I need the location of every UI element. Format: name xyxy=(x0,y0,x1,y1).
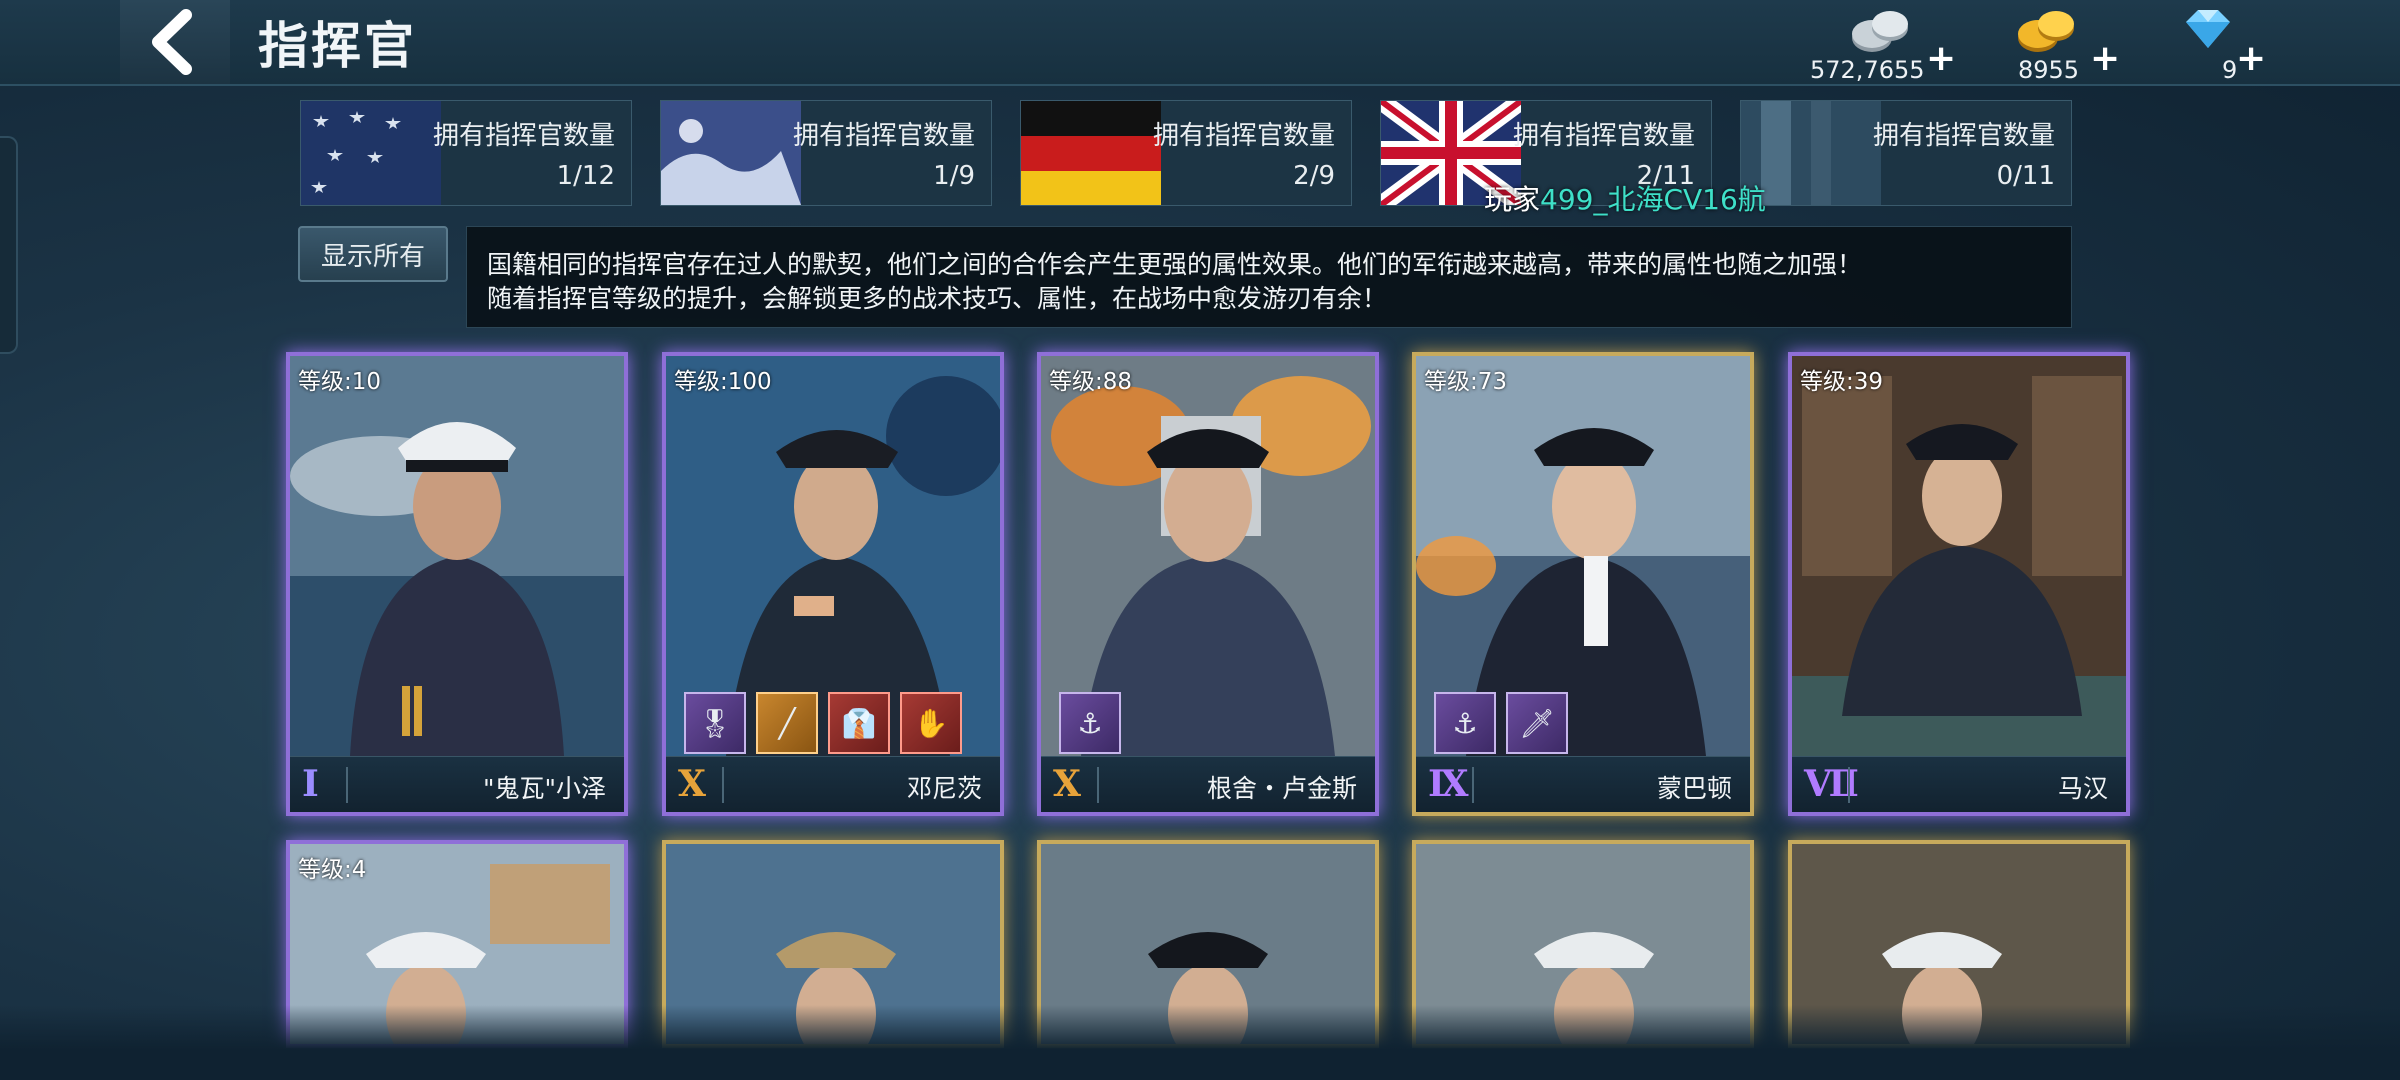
usa-flag-icon xyxy=(301,101,441,205)
silver-currency[interactable]: 572,7655 + xyxy=(1808,4,1958,84)
add-silver-button[interactable]: + xyxy=(1926,38,1956,79)
divider xyxy=(722,767,724,803)
commander-name: 蒙巴顿 xyxy=(1656,774,1732,803)
commander-level: 等级:39 xyxy=(1800,369,1884,395)
top-bar: 指挥官 572,7655 + 8955 + 9 + xyxy=(0,0,2400,86)
commander-namebar: Ⅰ "鬼瓦"小泽 xyxy=(290,756,624,812)
japan-wave-flag-icon xyxy=(661,101,801,205)
owned-count-label: 拥有指挥官数量 xyxy=(1872,121,2055,151)
commander-namebar: Ⅹ 邓尼茨 xyxy=(666,756,1000,812)
diamond-icon xyxy=(2186,10,2230,48)
gold-currency[interactable]: 8955 + xyxy=(2010,4,2120,84)
commander-level: 等级:88 xyxy=(1049,369,1133,395)
dagger-icon[interactable]: 🗡 xyxy=(1506,692,1568,754)
owned-count-label: 拥有指挥官数量 xyxy=(1512,121,1695,151)
commander-namebar: Ⅸ 蒙巴顿 xyxy=(1416,756,1750,812)
commander-level: 等级:73 xyxy=(1424,369,1508,395)
owned-count-label: 拥有指挥官数量 xyxy=(1152,121,1335,151)
rank-numeral: Ⅹ xyxy=(678,763,706,805)
divider xyxy=(1848,767,1850,803)
anchor-badge-icon[interactable]: ⚓ xyxy=(1434,692,1496,754)
diamond-amount: 9 xyxy=(2222,56,2238,84)
diamond-currency[interactable]: 9 + xyxy=(2176,4,2286,84)
commander-namebar: Ⅶ 马汉 xyxy=(1792,756,2126,812)
owned-count-label: 拥有指挥官数量 xyxy=(432,121,615,151)
commander-level: 等级:10 xyxy=(298,369,382,395)
uniform-icon[interactable]: 👔 xyxy=(828,692,890,754)
nation-tab-usa[interactable]: 拥有指挥官数量 1/12 xyxy=(300,100,632,206)
nation-tab-other[interactable]: 拥有指挥官数量 0/11 xyxy=(1740,100,2072,206)
baton-icon[interactable]: ╱ xyxy=(756,692,818,754)
add-gold-button[interactable]: + xyxy=(2090,38,2120,79)
rank-numeral: Ⅰ xyxy=(302,763,319,805)
silver-amount: 572,7655 xyxy=(1810,56,1925,84)
rank-numeral: Ⅶ xyxy=(1804,763,1859,805)
skill-list: 🎖 ╱ 👔 ✋ xyxy=(684,692,962,754)
broadcast-message: 玩家499_北海CV16航 xyxy=(1484,178,1766,218)
commander-card[interactable]: 等级:100 🎖 ╱ 👔 ✋ Ⅹ 邓尼茨 xyxy=(662,352,1004,816)
rank-numeral: Ⅸ xyxy=(1428,763,1469,805)
side-drawer-handle[interactable] xyxy=(0,136,18,354)
owned-count: 0/11 xyxy=(1996,161,2055,191)
owned-count-label: 拥有指挥官数量 xyxy=(792,121,975,151)
owned-count: 2/9 xyxy=(1293,161,1335,191)
divider xyxy=(1472,767,1474,803)
commander-namebar: Ⅹ 根舍・卢金斯 xyxy=(1041,756,1375,812)
divider xyxy=(346,767,348,803)
commander-level: 等级:4 xyxy=(298,857,367,883)
show-all-button[interactable]: 显示所有 xyxy=(298,226,448,282)
nation-tab-japan[interactable]: 拥有指挥官数量 1/9 xyxy=(660,100,992,206)
owned-count: 1/12 xyxy=(556,161,615,191)
skill-list: ⚓ xyxy=(1059,692,1121,754)
commander-portrait-image xyxy=(1792,356,2126,756)
commander-name: "鬼瓦"小泽 xyxy=(483,774,606,803)
skill-list: ⚓ 🗡 xyxy=(1434,692,1568,754)
broadcast-player-name[interactable]: 499_北海CV16航 xyxy=(1540,183,1766,216)
silver-coins-icon xyxy=(1852,11,1908,52)
commander-card[interactable]: 等级:73 ⚓ 🗡 Ⅸ 蒙巴顿 xyxy=(1412,352,1754,816)
broadcast-prefix: 玩家 xyxy=(1484,183,1541,216)
gold-amount: 8955 xyxy=(2018,56,2080,84)
commander-card[interactable]: 等级:39 Ⅶ 马汉 xyxy=(1788,352,2130,816)
commander-name: 邓尼茨 xyxy=(906,774,982,803)
bottom-fade xyxy=(0,1005,2400,1080)
back-button[interactable] xyxy=(120,0,230,84)
divider xyxy=(1097,767,1099,803)
commander-level: 等级:100 xyxy=(674,369,772,395)
commander-portrait-image xyxy=(290,356,624,756)
germany-flag-icon xyxy=(1021,101,1161,205)
medal-ribbons-icon[interactable]: 🎖 xyxy=(684,692,746,754)
commander-name: 根舍・卢金斯 xyxy=(1206,774,1357,803)
description-line-1: 国籍相同的指挥官存在过人的默契，他们之间的合作会产生更强的属性效果。他们的军衔越… xyxy=(487,250,1863,279)
commander-card[interactable]: 等级:10 Ⅰ "鬼瓦"小泽 xyxy=(286,352,628,816)
nation-tab-germany[interactable]: 拥有指挥官数量 2/9 xyxy=(1020,100,1352,206)
rank-numeral: Ⅹ xyxy=(1053,763,1081,805)
submarine-badge-icon[interactable]: ⚓ xyxy=(1059,692,1121,754)
chevron-left-icon xyxy=(152,9,192,75)
description-line-2: 随着指挥官等级的提升，会解锁更多的战术技巧、属性，在战场中愈发游刃有余！ xyxy=(487,284,1388,313)
owned-count: 1/9 xyxy=(933,161,975,191)
commander-card[interactable]: 等级:88 ⚓ Ⅹ 根舍・卢金斯 xyxy=(1037,352,1379,816)
commander-name: 马汉 xyxy=(2057,774,2108,803)
gloves-icon[interactable]: ✋ xyxy=(900,692,962,754)
add-diamond-button[interactable]: + xyxy=(2236,38,2266,79)
description-panel: 国籍相同的指挥官存在过人的默契，他们之间的合作会产生更强的属性效果。他们的军衔越… xyxy=(466,226,2072,328)
page-title: 指挥官 xyxy=(258,17,417,75)
gold-coins-icon xyxy=(2018,11,2074,52)
